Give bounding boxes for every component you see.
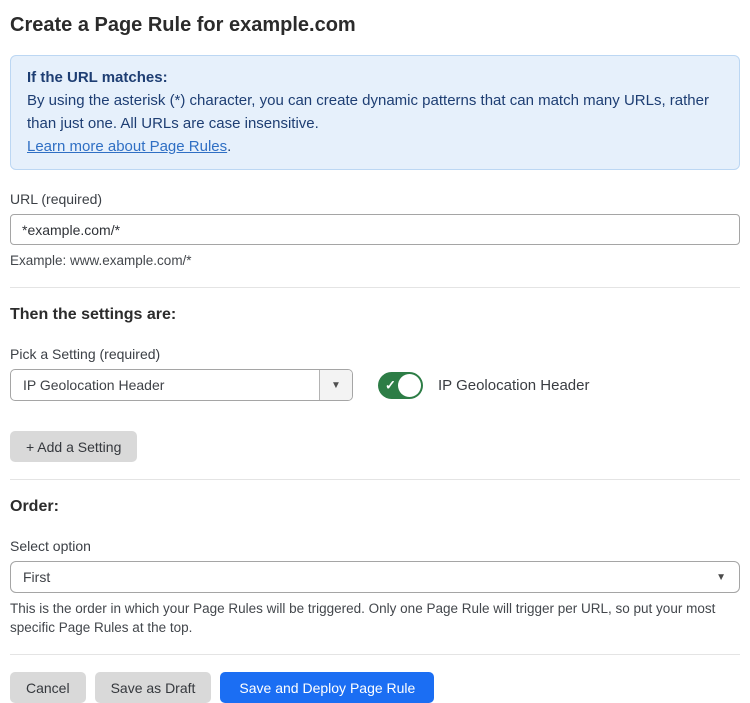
info-box-link-line: Learn more about Page Rules. (27, 135, 723, 158)
order-select-label: Select option (10, 538, 740, 554)
create-page-rule-form: Create a Page Rule for example.com If th… (0, 0, 750, 703)
toggle-label: IP Geolocation Header (438, 377, 590, 394)
url-input[interactable] (10, 214, 740, 245)
order-select[interactable]: First ▼ (10, 561, 740, 593)
learn-more-link[interactable]: Learn more about Page Rules (27, 138, 227, 155)
footer-actions: Cancel Save as Draft Save and Deploy Pag… (10, 672, 740, 703)
add-setting-button[interactable]: + Add a Setting (10, 431, 137, 462)
toggle-knob (398, 374, 421, 397)
ip-geolocation-toggle[interactable]: ✓ (378, 372, 423, 399)
save-draft-button[interactable]: Save as Draft (95, 672, 212, 703)
info-box-body: By using the asterisk (*) character, you… (27, 89, 723, 135)
url-match-info-box: If the URL matches: By using the asteris… (10, 55, 740, 170)
chevron-down-icon: ▼ (716, 562, 739, 592)
setting-row: IP Geolocation Header ▼ ✓ IP Geolocation… (10, 369, 740, 401)
divider (10, 287, 740, 288)
settings-section-heading: Then the settings are: (10, 305, 740, 325)
link-suffix: . (227, 138, 231, 155)
url-example-helper: Example: www.example.com/* (10, 251, 740, 270)
cancel-button[interactable]: Cancel (10, 672, 86, 703)
order-select-value: First (11, 562, 716, 592)
url-label: URL (required) (10, 191, 740, 207)
setting-picker-label: Pick a Setting (required) (10, 346, 740, 362)
setting-select-value: IP Geolocation Header (11, 370, 319, 400)
order-helper: This is the order in which your Page Rul… (10, 599, 740, 637)
divider (10, 479, 740, 480)
page-title: Create a Page Rule for example.com (10, 12, 740, 38)
info-box-heading: If the URL matches: (27, 66, 723, 89)
save-deploy-button[interactable]: Save and Deploy Page Rule (220, 672, 434, 703)
setting-select[interactable]: IP Geolocation Header ▼ (10, 369, 353, 401)
check-icon: ✓ (385, 379, 396, 392)
divider (10, 654, 740, 655)
order-section-heading: Order: (10, 497, 740, 517)
chevron-down-icon[interactable]: ▼ (319, 370, 352, 400)
